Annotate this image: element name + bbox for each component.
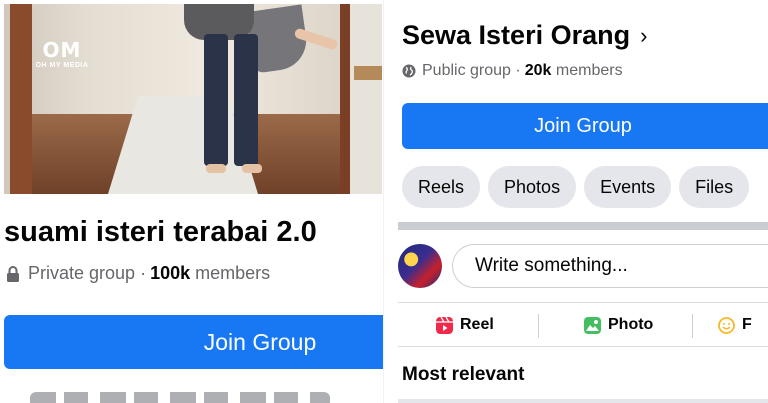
group-meta: Public group · 20k members [402, 62, 623, 80]
feeling-label: F [742, 316, 752, 333]
avatar[interactable] [398, 244, 442, 288]
cover-door-frame-right [340, 4, 350, 194]
globe-icon [402, 64, 416, 78]
group-title-link[interactable]: Sewa Isteri Orang › [402, 20, 647, 51]
members-label[interactable]: members [195, 263, 270, 284]
oh-my-media-logo: OM OH MY MEDIA [26, 40, 98, 69]
logo-mark: OM [42, 38, 82, 62]
tab-files[interactable]: Files [679, 166, 750, 208]
chevron-right-icon[interactable]: › [640, 23, 647, 49]
cover-person-leg [234, 34, 258, 166]
lock-icon [7, 265, 19, 282]
composer-actions: Reel Photo F [398, 306, 768, 344]
truncated-description [30, 392, 330, 403]
photo-button[interactable]: Photo [584, 306, 653, 344]
cover-person-leg [204, 34, 228, 166]
reel-button[interactable]: Reel [436, 306, 494, 344]
cover-person-foot [242, 164, 262, 173]
meta-separator: · [140, 263, 147, 283]
divider [398, 346, 768, 347]
members-label[interactable]: members [556, 62, 623, 80]
meta-separator: · [515, 62, 521, 79]
feeling-button[interactable]: F [718, 306, 752, 344]
divider [398, 302, 768, 303]
member-count[interactable]: 100k [150, 263, 190, 284]
photo-icon [584, 316, 601, 334]
cover-wall [350, 4, 382, 194]
divider [538, 314, 539, 338]
tab-events[interactable]: Events [584, 166, 672, 208]
group-title[interactable]: suami isteri terabai 2.0 [4, 216, 317, 249]
left-group-panel: OM OH MY MEDIA suami isteri terabai 2.0 … [0, 0, 384, 403]
join-group-button[interactable]: Join Group [4, 315, 384, 369]
reel-icon [436, 316, 453, 334]
right-group-panel: Sewa Isteri Orang › Public group · 20k me… [384, 0, 768, 403]
sort-most-relevant[interactable]: Most relevant [402, 364, 524, 386]
photo-label: Photo [608, 316, 654, 333]
join-group-label: Join Group [203, 328, 317, 355]
divider [692, 314, 693, 338]
group-meta: Private group · 100k members [6, 263, 270, 284]
group-cover-photo[interactable]: OM OH MY MEDIA [4, 4, 382, 194]
group-tabs: Reels Photos Events Files [402, 166, 750, 208]
reel-label: Reel [460, 316, 494, 333]
cover-person-foot [206, 164, 226, 173]
logo-subtitle: OH MY MEDIA [35, 62, 89, 69]
member-count[interactable]: 20k [525, 62, 552, 80]
cover-door-frame-left [10, 4, 32, 194]
tab-photos[interactable]: Photos [488, 166, 577, 208]
tab-reels[interactable]: Reels [402, 166, 481, 208]
feed-divider [398, 399, 768, 403]
section-divider [398, 222, 768, 230]
feeling-icon [718, 316, 735, 334]
privacy-label: Private group [28, 263, 136, 283]
cover-shelf [354, 66, 382, 80]
join-group-label: Join Group [534, 114, 632, 137]
composer-input[interactable]: Write something... [452, 244, 768, 288]
group-title[interactable]: Sewa Isteri Orang [402, 20, 630, 51]
privacy-label: Public group [422, 62, 511, 79]
join-group-button[interactable]: Join Group [402, 103, 768, 149]
